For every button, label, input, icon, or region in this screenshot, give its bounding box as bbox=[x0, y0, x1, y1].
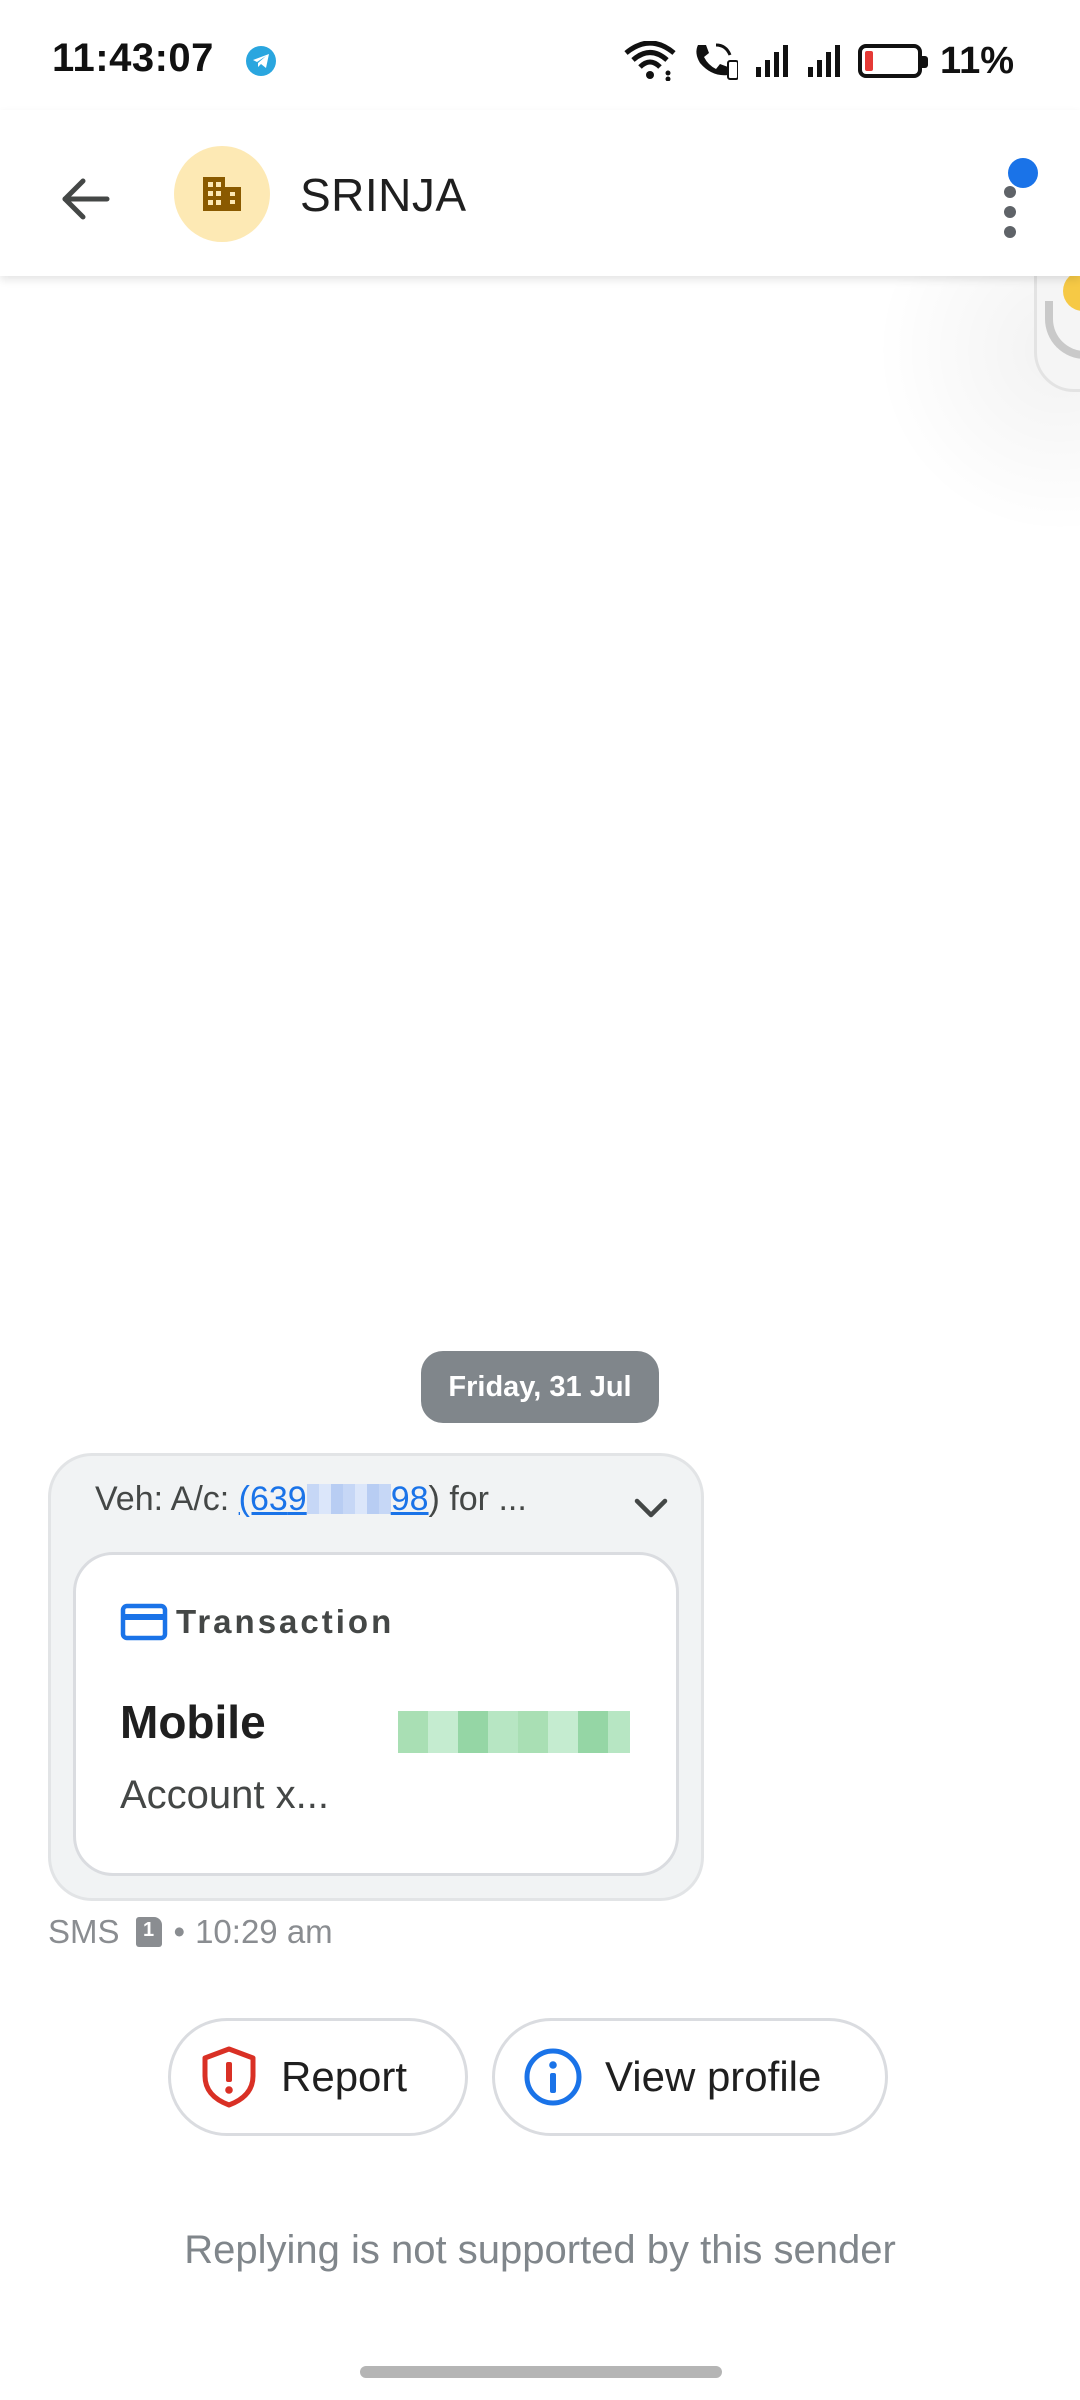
message-meta: SMS 1 • 10:29 am bbox=[48, 1913, 333, 1951]
signal-icon bbox=[808, 45, 841, 77]
meta-separator: • bbox=[173, 1913, 186, 1950]
transaction-type: Transaction bbox=[120, 1603, 394, 1641]
view-profile-label: View profile bbox=[605, 2053, 822, 2100]
more-vert-icon bbox=[1004, 186, 1016, 198]
avatar[interactable] bbox=[174, 146, 270, 242]
arrow-back-icon bbox=[62, 178, 110, 220]
info-icon bbox=[523, 2047, 583, 2107]
account-redacted bbox=[306, 1484, 391, 1514]
back-button[interactable] bbox=[40, 154, 130, 244]
account-close: ) bbox=[428, 1480, 440, 1518]
business-icon bbox=[203, 177, 241, 211]
account-number-link[interactable]: (639 98 bbox=[239, 1480, 429, 1518]
wifi-calling-icon bbox=[696, 43, 739, 80]
account-start: 9 bbox=[287, 1480, 307, 1518]
report-label: Report bbox=[281, 2053, 408, 2100]
message-header: Veh: A/c: (639 98) for ... bbox=[95, 1480, 615, 1519]
more-vert-dot bbox=[1004, 206, 1016, 218]
credit-card-icon bbox=[120, 1603, 168, 1641]
account-open: (63 bbox=[238, 1480, 288, 1518]
message-time: 10:29 am bbox=[195, 1913, 333, 1950]
signal-icon bbox=[756, 45, 789, 77]
app-bar: SRINJA bbox=[0, 110, 1080, 276]
report-shield-icon bbox=[199, 2046, 259, 2108]
message-channel: SMS bbox=[48, 1913, 120, 1950]
status-icons: 11% bbox=[624, 38, 1014, 84]
date-chip: Friday, 31 Jul bbox=[421, 1351, 659, 1423]
transaction-type-label: Transaction bbox=[176, 1603, 395, 1640]
more-vert-dot bbox=[1004, 226, 1016, 238]
battery-percent: 11% bbox=[940, 39, 1014, 82]
status-bar: 11:43:07 11% bbox=[0, 0, 1080, 110]
view-profile-button[interactable]: View profile bbox=[492, 2018, 888, 2136]
notification-badge bbox=[1008, 158, 1038, 188]
battery-icon bbox=[858, 44, 929, 78]
account-end: 98 bbox=[390, 1480, 429, 1518]
message-suffix: for ... bbox=[439, 1480, 527, 1518]
reply-not-supported-note: Replying is not supported by this sender bbox=[184, 2228, 896, 2272]
sim-number: 1 bbox=[142, 1919, 155, 1941]
messages-screen: 11:43:07 11% SRINJA Friday, 31 Jul Veh: … bbox=[0, 0, 1080, 2400]
expand-message-button[interactable] bbox=[621, 1478, 681, 1538]
transaction-subtitle: Account x... bbox=[120, 1773, 329, 1817]
transaction-card[interactable]: Transaction Mobile Account x... bbox=[73, 1552, 679, 1876]
telegram-icon bbox=[246, 46, 276, 76]
chevron-down-icon bbox=[634, 1498, 668, 1518]
sim-card-icon: 1 bbox=[135, 1917, 162, 1947]
message-prefix: Veh: A/c: bbox=[95, 1480, 239, 1518]
transaction-title: Mobile bbox=[120, 1696, 266, 1748]
contact-name[interactable]: SRINJA bbox=[300, 168, 467, 222]
wifi-icon bbox=[624, 41, 676, 81]
status-time: 11:43:07 bbox=[52, 36, 214, 80]
home-indicator[interactable] bbox=[360, 2366, 722, 2378]
message-bubble[interactable]: Veh: A/c: (639 98) for ... Transaction Mo… bbox=[48, 1453, 704, 1901]
report-button[interactable]: Report bbox=[168, 2018, 468, 2136]
transaction-amount-redacted bbox=[398, 1711, 630, 1753]
